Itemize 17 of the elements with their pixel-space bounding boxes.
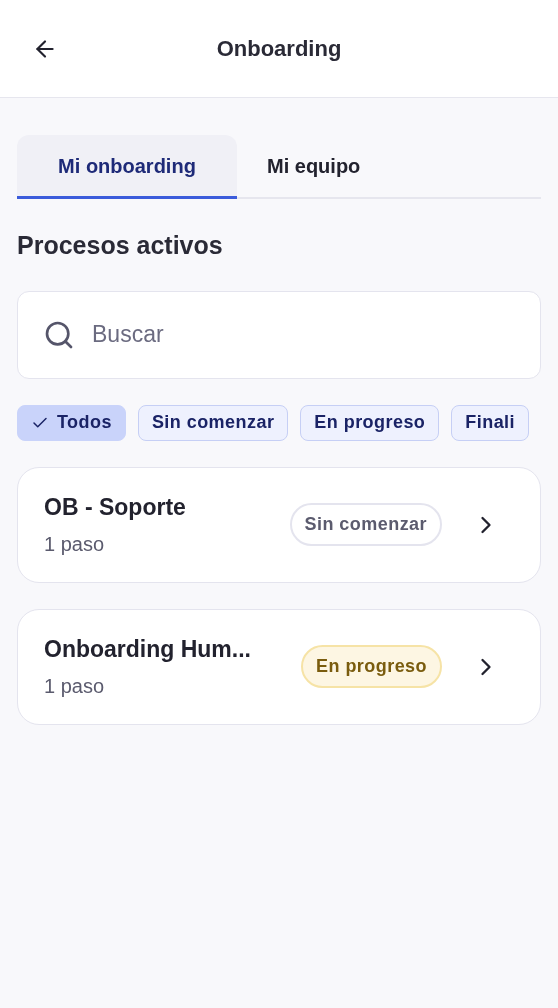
- status-badge: En progreso: [301, 645, 442, 688]
- page-title: Onboarding: [216, 35, 342, 63]
- tab[interactable]: Mi equipo: [237, 135, 391, 199]
- step-count: 1 paso: [44, 531, 106, 557]
- tab[interactable]: Mi onboarding: [17, 135, 237, 199]
- process-name: OB - Soporte: [44, 493, 187, 523]
- process-card[interactable]: Onboarding Hum... 1 paso En progreso: [17, 608, 541, 725]
- filter-chip[interactable]: Todos: [17, 404, 126, 441]
- process-card[interactable]: OB - Soporte 1 paso Sin comenzar: [17, 466, 541, 583]
- filter-chip[interactable]: Finali: [451, 404, 530, 441]
- status-badge: Sin comenzar: [289, 503, 442, 546]
- step-count: 1 paso: [44, 673, 106, 699]
- filter-chip[interactable]: Sin comenzar: [137, 404, 289, 441]
- process-name: Onboarding Hum...: [44, 635, 252, 665]
- search-field[interactable]: Buscar: [17, 290, 541, 379]
- section-title: Procesos activos: [17, 230, 224, 261]
- filter-chip[interactable]: En progreso: [300, 404, 440, 441]
